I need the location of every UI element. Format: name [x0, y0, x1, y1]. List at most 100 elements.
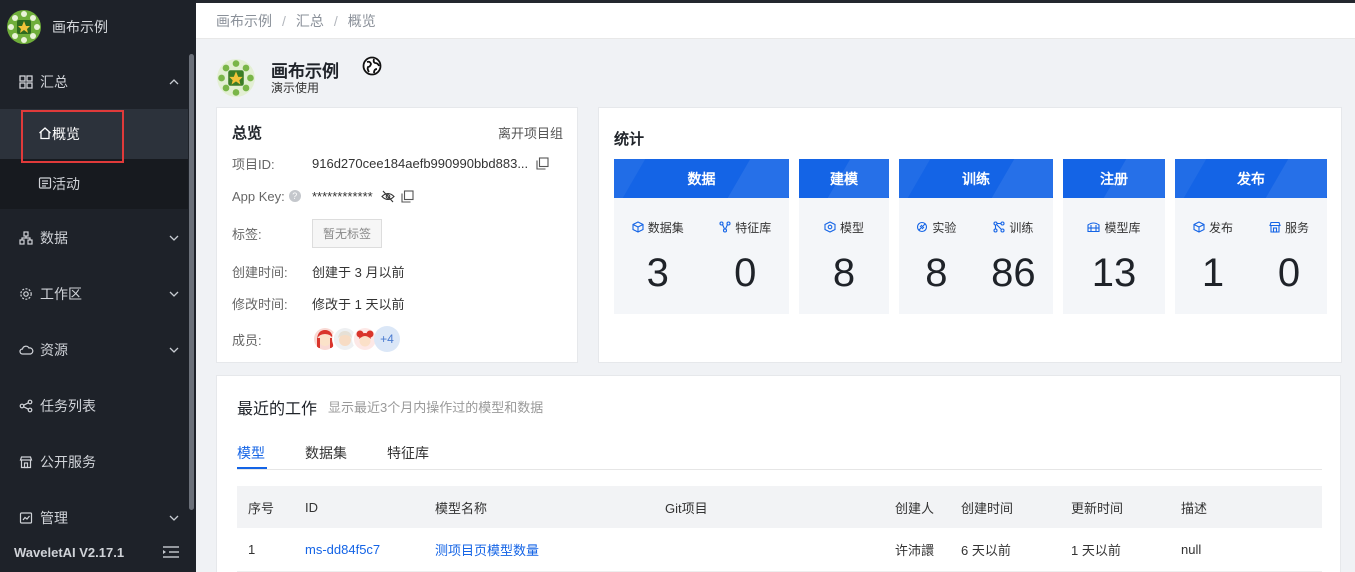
- table-row[interactable]: 1 ms-dd84f5c7 测项目页模型数量 许沛譞 6 天以前 1 天以前 n…: [237, 528, 1322, 572]
- sidebar-item-public-services[interactable]: 公开服务: [0, 434, 188, 490]
- stats-block-register: 注册 模型库 13: [1063, 159, 1165, 314]
- table-cell: 6 天以前: [961, 543, 1011, 558]
- breadcrumb-item-summary[interactable]: 汇总: [296, 11, 324, 31]
- sidebar-item-resources[interactable]: 资源: [0, 322, 188, 378]
- cube-icon: [632, 221, 644, 233]
- breadcrumb: 画布示例 / 汇总 / 概览: [196, 3, 1355, 39]
- brand-name: 画布示例: [52, 19, 108, 35]
- model-name-link[interactable]: 测项目页模型数量: [435, 528, 539, 571]
- collapse-menu-icon[interactable]: [162, 545, 180, 559]
- sidebar-item-workspace[interactable]: 工作区: [0, 266, 188, 322]
- sidebar-item-label: 汇总: [40, 74, 68, 90]
- project-id-value: 916d270cee184aefb990990bbd883...: [312, 155, 529, 171]
- cloud-icon: [18, 342, 34, 358]
- column-header: 创建时间: [961, 500, 1014, 516]
- sidebar-item-label: 数据: [40, 230, 68, 246]
- project-logo-icon: [7, 10, 41, 44]
- leave-group-link[interactable]: 离开项目组: [498, 123, 563, 142]
- sidebar-item-activity[interactable]: 活动: [0, 159, 188, 209]
- app-key-value: ************: [312, 188, 373, 204]
- stat-label: 发布: [1193, 219, 1233, 235]
- table-cell: 许沛譞: [895, 543, 935, 558]
- column-header: 更新时间: [1071, 500, 1124, 516]
- recent-work-title: 最近的工作: [237, 401, 318, 418]
- stats-block-title: 数据: [687, 170, 716, 187]
- stat-label: 模型: [824, 219, 864, 235]
- breadcrumb-item-overview: 概览: [347, 12, 376, 29]
- column-header: 描述: [1181, 500, 1208, 516]
- breadcrumb-item-project[interactable]: 画布示例: [216, 11, 272, 31]
- brand[interactable]: 画布示例: [0, 0, 196, 54]
- stat-datasets[interactable]: 数据集 3: [632, 198, 684, 297]
- nodes-icon: [18, 398, 34, 414]
- sidebar-item-tasks[interactable]: 任务列表: [0, 378, 188, 434]
- publish-icon: [1193, 221, 1205, 233]
- breadcrumb-separator: /: [282, 12, 286, 29]
- model-id-link[interactable]: ms-dd84f5c7: [305, 528, 380, 571]
- overview-card: 总览 离开项目组 项目ID: 916d270cee184aefb990990bb…: [216, 107, 578, 363]
- stats-block-header: 训练: [899, 159, 1053, 198]
- more-members-badge[interactable]: +4: [374, 326, 400, 352]
- chevron-down-icon: [169, 515, 179, 521]
- column-header: 创建人: [895, 500, 935, 516]
- tab-datasets[interactable]: 数据集: [305, 443, 347, 463]
- stats-block-header: 注册: [1063, 159, 1165, 198]
- stat-value: 0: [734, 251, 757, 295]
- project-header: 画布示例 演示使用: [196, 40, 1355, 104]
- stats-block-publish: 发布 发布 1 服务 0: [1175, 159, 1327, 314]
- tags-label: 标签:: [232, 226, 262, 242]
- app-key-label-wrap: App Key: ?: [232, 189, 312, 204]
- stat-feature-store[interactable]: 特征库 0: [719, 198, 771, 297]
- chevron-up-icon: [169, 79, 179, 85]
- activity-icon: [38, 176, 52, 193]
- stat-label: 训练: [993, 219, 1033, 235]
- chevron-down-icon: [169, 235, 179, 241]
- stat-label-text: 服务: [1284, 220, 1309, 235]
- stats-block-title: 训练: [962, 170, 990, 187]
- stats-block-header: 发布: [1175, 159, 1327, 198]
- tab-feature-store[interactable]: 特征库: [387, 443, 429, 463]
- stat-model-library[interactable]: 模型库 13: [1087, 198, 1141, 297]
- stat-trainings[interactable]: 训练 86: [991, 198, 1036, 297]
- overview-title: 总览: [232, 125, 263, 142]
- stat-models[interactable]: 模型 8: [824, 198, 864, 297]
- sidebar-item-data[interactable]: 数据: [0, 210, 188, 266]
- tab-models[interactable]: 模型: [237, 443, 265, 463]
- sidebar-item-summary[interactable]: 汇总: [0, 54, 188, 110]
- sidebar-scrollbar[interactable]: [189, 54, 194, 510]
- stat-value: 1: [1201, 251, 1225, 295]
- stat-label-text: 训练: [1009, 220, 1034, 235]
- sidebar-item-label: 公开服务: [40, 454, 96, 470]
- modified-value: 修改于 1 天以前: [312, 296, 405, 312]
- stat-published[interactable]: 发布 1: [1193, 198, 1233, 297]
- stat-label-text: 模型库: [1104, 220, 1141, 235]
- stat-value: 3: [646, 251, 669, 295]
- annotation-highlight-box: [21, 110, 124, 163]
- sidebar-item-label: 活动: [52, 176, 80, 192]
- recent-work-card: 最近的工作 显示最近3个月内操作过的模型和数据 模型 数据集 特征库 序号 ID…: [216, 375, 1341, 572]
- stat-label: 数据集: [632, 219, 684, 235]
- members-row: 成员: +4: [232, 325, 400, 353]
- project-logo-icon: [217, 59, 255, 97]
- chevron-down-icon: [169, 291, 179, 297]
- stat-services[interactable]: 服务 0: [1269, 198, 1309, 297]
- app-key-label: App Key:: [232, 188, 285, 204]
- copy-icon[interactable]: [401, 189, 414, 203]
- eye-off-icon[interactable]: [380, 190, 395, 203]
- globe-icon[interactable]: [362, 56, 382, 76]
- recent-work-subtitle: 显示最近3个月内操作过的模型和数据: [328, 400, 544, 415]
- version-bar: WaveletAI V2.17.1: [0, 532, 196, 572]
- copy-icon[interactable]: [536, 156, 549, 170]
- stat-experiments[interactable]: 实验 8: [916, 198, 956, 297]
- column-header: 模型名称: [435, 500, 488, 516]
- column-header: ID: [305, 499, 318, 515]
- stats-card: 统计 数据 数据集 3 特征库 0 建模 模型 8 训练 实验 8 训练 86 …: [598, 107, 1342, 363]
- stat-label: 特征库: [719, 219, 771, 235]
- help-icon[interactable]: ?: [288, 190, 301, 202]
- stat-label-text: 数据集: [647, 220, 684, 235]
- stats-title: 统计: [614, 131, 645, 148]
- project-id-row: 项目ID: 916d270cee184aefb990990bbd883...: [232, 153, 549, 173]
- member-avatars[interactable]: +4: [312, 326, 400, 352]
- sidebar-item-label: 管理: [40, 510, 68, 526]
- sidebar-item-label: 工作区: [40, 286, 82, 302]
